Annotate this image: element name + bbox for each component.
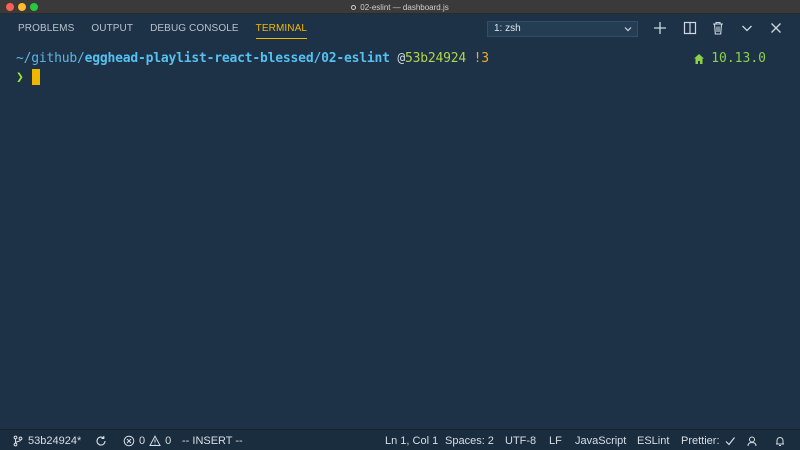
- branch-name: 53b24924*: [28, 434, 82, 447]
- tab-debug-console[interactable]: DEBUG CONSOLE: [150, 14, 239, 44]
- terminal-select[interactable]: 1: zsh: [487, 21, 638, 37]
- file-icon: [351, 4, 357, 10]
- vim-mode: -- INSERT --: [182, 434, 243, 447]
- node-icon: [694, 53, 705, 64]
- tab-terminal[interactable]: TERMINAL: [255, 14, 308, 44]
- sync-icon: [96, 435, 106, 446]
- error-icon: [123, 435, 135, 446]
- window-title: 02-eslint — dashboard.js: [360, 2, 449, 12]
- status-problems[interactable]: 0 0: [123, 430, 171, 450]
- node-version: 10.13.0: [693, 51, 766, 66]
- prompt-line: ~/github/egghead-playlist-react-blessed/…: [16, 51, 489, 66]
- panel-tabs: PROBLEMS OUTPUT DEBUG CONSOLE TERMINAL: [18, 14, 308, 44]
- input-prompt: ❯: [16, 69, 24, 85]
- status-branch[interactable]: 53b24924*: [12, 430, 81, 450]
- tab-problems[interactable]: PROBLEMS: [18, 14, 74, 44]
- trash-icon[interactable]: [710, 20, 726, 36]
- sync-button[interactable]: [95, 430, 107, 450]
- cursor-position[interactable]: Ln 1, Col 1: [385, 430, 438, 450]
- bell-icon: [776, 436, 784, 446]
- notifications-button[interactable]: [774, 430, 786, 450]
- close-icon[interactable]: [768, 20, 784, 36]
- encoding[interactable]: UTF-8: [505, 430, 536, 450]
- window-title-wrap: 02-eslint — dashboard.js: [0, 0, 800, 14]
- terminal-select-value: 1: zsh: [494, 23, 521, 34]
- prompt-path-prefix: ~/github/: [16, 51, 85, 66]
- prompt-git-hash: 53b24924: [404, 51, 466, 66]
- prettier-status[interactable]: Prettier:: [681, 430, 736, 450]
- tab-output[interactable]: OUTPUT: [91, 14, 133, 44]
- status-bar: 53b24924* 0 0 -- INSERT -- Ln 1, Col 1 S…: [0, 429, 800, 450]
- line-ending[interactable]: LF: [549, 430, 562, 450]
- chevron-down-icon: [624, 27, 632, 32]
- text-cursor: [31, 69, 40, 85]
- feedback-button[interactable]: [746, 430, 758, 450]
- git-branch-icon: [13, 435, 23, 446]
- check-icon: [725, 436, 735, 445]
- terminal-area[interactable]: ~/github/egghead-playlist-react-blessed/…: [0, 44, 800, 429]
- indentation[interactable]: Spaces: 2: [445, 430, 494, 450]
- prompt-path-repo: egghead-playlist-react-blessed/02-eslint: [84, 51, 390, 66]
- warning-count: 0: [165, 434, 172, 447]
- prompt-at: @: [389, 51, 405, 66]
- feedback-icon: [747, 436, 757, 446]
- split-icon[interactable]: [682, 20, 698, 36]
- chevron-down-icon[interactable]: [739, 20, 755, 36]
- panel-header: PROBLEMS OUTPUT DEBUG CONSOLE TERMINAL 1…: [0, 14, 800, 44]
- input-line[interactable]: ❯: [16, 69, 40, 85]
- warning-icon: [149, 434, 161, 446]
- node-version-text: 10.13.0: [711, 51, 766, 66]
- prettier-label: Prettier:: [681, 434, 720, 447]
- plus-icon[interactable]: [652, 20, 668, 36]
- title-bar: 02-eslint — dashboard.js: [0, 0, 800, 14]
- eslint-status[interactable]: ESLint: [637, 430, 669, 450]
- error-count: 0: [139, 434, 146, 447]
- prompt-git-status: !3: [466, 51, 489, 66]
- language-mode[interactable]: JavaScript: [575, 430, 626, 450]
